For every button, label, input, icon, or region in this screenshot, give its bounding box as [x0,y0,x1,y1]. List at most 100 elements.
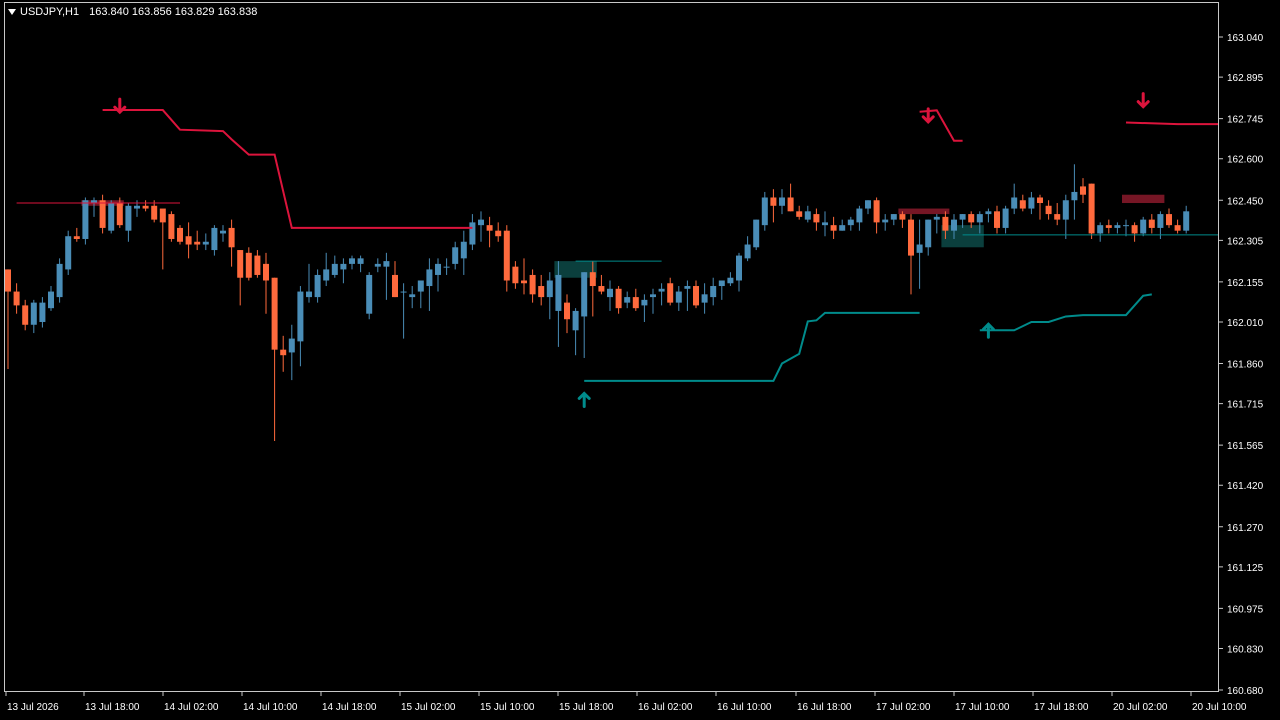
candle-body[interactable] [5,269,11,292]
candle-body[interactable] [48,291,54,309]
candle-body[interactable] [916,244,923,253]
candle-body[interactable] [65,236,72,270]
candle-body[interactable] [39,302,46,322]
candle-body[interactable] [443,266,450,268]
candle-body[interactable] [512,266,519,284]
candle-body[interactable] [615,288,622,309]
candle-body[interactable] [598,286,605,292]
candle-body[interactable] [942,216,949,231]
candle-body[interactable] [426,269,433,287]
candle-body[interactable] [736,255,742,281]
candle-body[interactable] [1080,186,1086,195]
candle-body[interactable] [400,291,407,293]
candle-body[interactable] [486,225,493,231]
candle-body[interactable] [581,272,588,317]
candle-body[interactable] [641,299,648,306]
candle-body[interactable] [460,241,467,259]
candle-body[interactable] [159,208,166,223]
candle-body[interactable] [56,263,63,298]
candle-body[interactable] [13,291,20,306]
candle-body[interactable] [521,280,527,284]
candle-body[interactable] [417,280,424,292]
candle-body[interactable] [22,305,29,325]
candle-body[interactable] [1123,225,1129,227]
candle-body[interactable] [392,274,398,298]
candle-body[interactable] [168,214,175,239]
candle-body[interactable] [1054,214,1061,220]
candle-body[interactable] [503,230,510,281]
candle-body[interactable] [82,200,89,239]
candle-body[interactable] [667,283,674,303]
candle-body[interactable] [804,211,811,220]
candle-body[interactable] [744,244,751,259]
candle-body[interactable] [452,247,459,264]
candle-body[interactable] [349,258,355,264]
candle-body[interactable] [761,197,768,226]
candle-body[interactable] [607,288,613,298]
candle-body[interactable] [314,274,321,298]
candle-body[interactable] [959,214,966,220]
candle-body[interactable] [865,200,871,209]
candle-body[interactable] [245,252,252,278]
candle-body[interactable] [142,205,149,209]
candle-body[interactable] [228,227,235,248]
candle-body[interactable] [254,255,261,275]
chart-menu-triangle-icon[interactable] [8,9,16,15]
candle-body[interactable] [1011,197,1018,209]
chart-window[interactable]: 163.040 162.895 162.745 162.600 162.450 162.3… [0,0,1280,720]
candle-body[interactable] [650,294,656,298]
candle-body[interactable] [1019,200,1026,209]
candle-body[interactable] [323,269,330,281]
candle-body[interactable] [796,211,803,217]
candle-body[interactable] [624,297,631,303]
candle-body[interactable] [1140,219,1147,234]
candle-body[interactable] [994,211,1000,228]
candle-body[interactable] [116,203,123,226]
candle-body[interactable] [280,349,287,356]
candle-body[interactable] [1105,225,1112,228]
candle-body[interactable] [1002,208,1009,228]
candle-body[interactable] [1157,214,1164,228]
candle-body[interactable] [1045,205,1052,215]
candle-body[interactable] [529,274,536,295]
candle-body[interactable] [340,263,347,270]
candle-body[interactable] [1062,200,1069,220]
candle-body[interactable] [658,288,665,292]
candle-body[interactable] [469,222,476,245]
candle-body[interactable] [856,208,863,223]
candle-body[interactable] [890,214,897,220]
candle-body[interactable] [306,291,312,298]
candle-body[interactable] [271,277,278,350]
candle-body[interactable] [99,200,106,228]
candle-body[interactable] [787,197,794,212]
candle-body[interactable] [822,222,828,226]
candle-body[interactable] [899,214,906,220]
candle-body[interactable] [237,250,244,278]
candle-body[interactable] [976,214,983,223]
candle-body[interactable] [684,286,691,289]
candle-body[interactable] [675,291,682,303]
candle-body[interactable] [1037,197,1043,204]
candle-body[interactable] [813,214,820,223]
candle-body[interactable] [779,197,785,206]
candle-body[interactable] [564,302,570,320]
candle-body[interactable] [727,277,734,284]
candle-body[interactable] [1088,183,1095,234]
candle-body[interactable] [30,302,37,325]
candle-body[interactable] [331,263,338,275]
candle-body[interactable] [435,263,441,275]
candle-body[interactable] [701,294,708,303]
candle-body[interactable] [409,294,416,298]
candle-body[interactable] [125,205,132,231]
candle-body[interactable] [151,205,158,220]
candle-body[interactable] [873,200,880,223]
candle-body[interactable] [632,297,639,309]
candle-body[interactable] [211,227,218,251]
candle-body[interactable] [177,227,183,242]
candle-body[interactable] [951,219,957,231]
candle-body[interactable] [830,225,837,231]
candle-body[interactable] [478,219,484,226]
candle-body[interactable] [220,230,226,234]
candle-body[interactable] [185,236,192,245]
candle-body[interactable] [194,241,201,245]
